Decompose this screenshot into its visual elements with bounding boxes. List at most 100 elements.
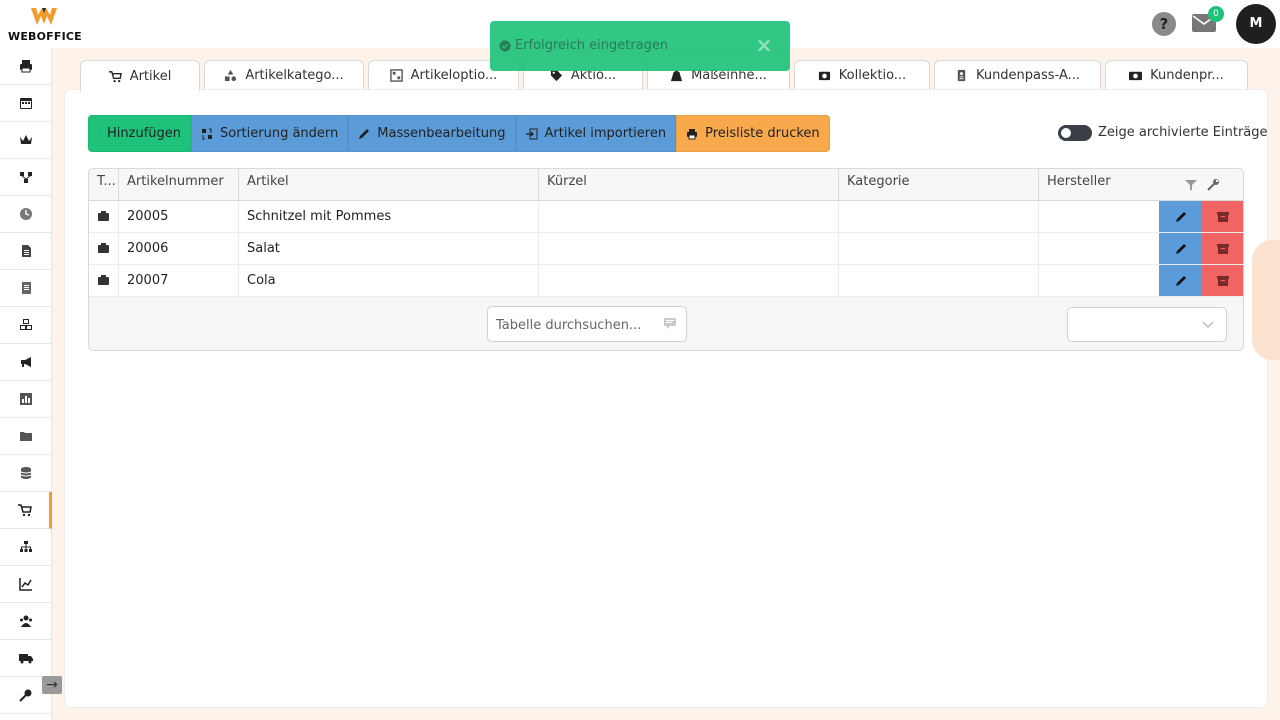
sidebar-item-articles[interactable] [0,492,52,529]
crown-icon [20,135,32,144]
tab-collections[interactable]: Kollektio... [794,60,930,90]
column-header-article-number[interactable]: Artikelnummer [119,169,239,201]
line-chart-icon [19,578,32,591]
cell-article: Salat [239,233,539,265]
cell-type [89,233,119,265]
cubes-icon [20,319,32,330]
sort-icon [202,128,212,139]
sidebar-item-list-document[interactable] [0,270,52,307]
wrench-icon[interactable] [1207,178,1220,191]
sidebar [0,48,52,720]
edit-button[interactable] [1159,265,1202,296]
tab-customer-prices[interactable]: Kundenpr... [1105,60,1248,90]
sidebar-item-truck[interactable] [0,640,52,677]
key-icon [19,689,32,702]
pencil-icon [359,128,370,139]
tab-label: Artikel [129,68,172,84]
page-size-select[interactable] [1067,307,1227,342]
sidebar-item-clock[interactable] [0,196,52,233]
archive-button[interactable] [1202,201,1243,232]
toolbar: Hinzufügen Sortierung ändern Massenbearb… [88,115,830,152]
sidebar-item-calendar[interactable] [0,85,52,122]
check-circle-icon [499,40,511,52]
sidebar-item-hierarchy[interactable] [0,529,52,566]
help-button[interactable]: ? [1152,12,1176,36]
background-decoration [1252,240,1280,360]
logo[interactable]: WEBOFFICE [8,6,82,43]
edit-button[interactable] [1159,201,1202,232]
cell-article: Cola [239,265,539,297]
tab-label: Kundenpass-A... [975,68,1081,83]
tab-customer-pass[interactable]: Kundenpass-A... [934,60,1101,90]
pencil-icon [1175,243,1186,254]
sidebar-item-printer[interactable] [0,48,52,85]
success-toast: Erfolgreich eingetragen × [490,21,790,71]
sidebar-item-users[interactable] [0,603,52,640]
logo-mark-icon [31,8,57,25]
tab-label: Artikelkatego... [245,68,344,83]
change-sort-button[interactable]: Sortierung ändern [191,115,349,152]
cell-type [89,201,119,233]
users-icon [20,615,32,627]
sidebar-item-network[interactable] [0,159,52,196]
archive-icon [1216,211,1229,222]
tab-label: Kundenpr... [1150,68,1224,83]
toast-message: Erfolgreich eingetragen [515,38,669,53]
change-sort-label: Sortierung ändern [220,126,339,141]
archive-icon [1216,275,1229,286]
printer-icon [687,128,698,139]
archive-button[interactable] [1202,265,1243,296]
show-archived-toggle[interactable] [1058,125,1092,141]
column-header-article[interactable]: Artikel [239,169,539,201]
tab-label: Artikeloptio... [410,68,498,83]
table-row[interactable]: 20005 Schnitzel mit Pommes [89,201,1243,233]
sidebar-item-crown[interactable] [0,122,52,159]
sidebar-item-bar-chart[interactable] [0,381,52,418]
bulk-edit-button[interactable]: Massenbearbeitung [348,115,516,152]
document-icon [22,245,31,257]
column-header-short[interactable]: Kürzel [539,169,839,201]
sidebar-item-database[interactable] [0,455,52,492]
cell-manufacturer [1039,265,1159,297]
column-header-category[interactable]: Kategorie [839,169,1039,201]
chevron-down-icon [1202,321,1214,328]
archive-button[interactable] [1202,233,1243,264]
calendar-icon [20,98,32,109]
printer-icon [20,60,32,73]
id-card-icon [957,69,966,82]
articles-table: T... Artikelnummer Artikel Kürzel Katego… [88,168,1244,351]
cell-category [839,265,1039,297]
filter-icon[interactable] [1185,179,1197,191]
import-articles-button[interactable]: Artikel importieren [515,115,677,152]
archive-icon [1216,243,1229,254]
table-row[interactable]: 20007 Cola [89,265,1243,297]
edit-button[interactable] [1159,233,1202,264]
cart-icon [17,504,32,517]
clock-icon [20,208,32,220]
tab-articles[interactable]: Artikel [80,60,200,91]
cell-manufacturer [1039,201,1159,233]
sidebar-item-cubes[interactable] [0,307,52,344]
column-header-type[interactable]: T... [89,169,119,201]
cell-short [539,233,839,265]
add-button[interactable]: Hinzufügen [88,115,191,152]
megaphone-icon [21,357,31,367]
sidebar-item-folder[interactable] [0,418,52,455]
table-row[interactable]: 20006 Salat [89,233,1243,265]
table-search-input[interactable] [496,315,656,335]
comment-icon [664,318,676,329]
sidebar-item-megaphone[interactable] [0,344,52,381]
bar-chart-icon [20,393,32,405]
sidebar-item-line-chart[interactable] [0,566,52,603]
sidebar-item-document[interactable] [0,233,52,270]
tab-article-categories[interactable]: Artikelkatego... [204,60,364,90]
print-price-list-button[interactable]: Preisliste drucken [676,115,830,152]
toast-close-button[interactable]: × [754,34,774,56]
mail-count-badge: 0 [1208,6,1224,22]
cell-category [839,201,1039,233]
list-document-icon [22,282,31,294]
avatar[interactable]: M [1236,4,1276,44]
bulk-edit-label: Massenbearbeitung [377,126,506,141]
folder-icon [20,432,32,441]
sidebar-expand-button[interactable]: → [42,676,62,694]
